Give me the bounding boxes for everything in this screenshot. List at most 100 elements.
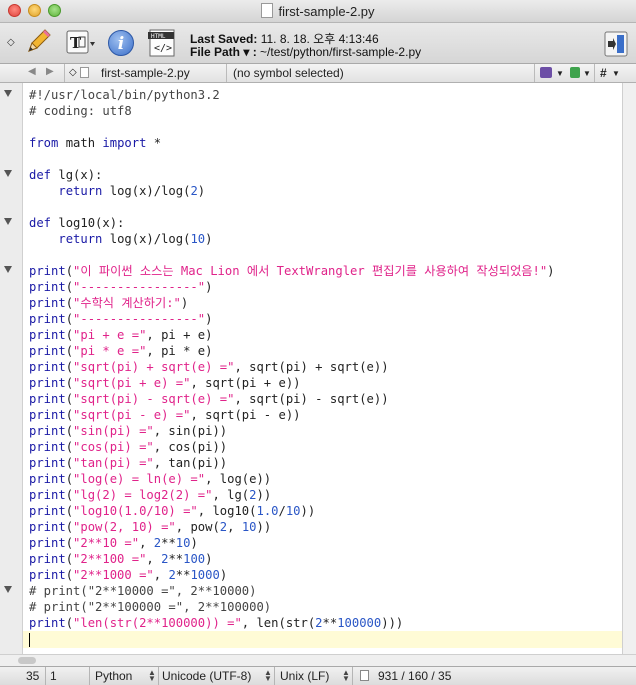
code-line[interactable]: print("2**10 =", 2**10) bbox=[29, 535, 555, 551]
code-line[interactable]: ​ bbox=[29, 247, 555, 263]
code-token: "이 파이썬 소스는 Mac Lion 에서 TextWrangler 편집기를… bbox=[73, 264, 548, 278]
fold-triangle-icon[interactable] bbox=[4, 218, 12, 225]
file-path[interactable]: File Path ▾ : ~/test/python/first-sample… bbox=[190, 45, 421, 59]
code-line[interactable]: print("2**100 =", 2**100) bbox=[29, 551, 555, 567]
code-line[interactable]: return log(x)/log(2) bbox=[29, 183, 555, 199]
status-separator bbox=[352, 667, 353, 685]
code-line[interactable]: print("수학식 계산하기:") bbox=[29, 295, 555, 311]
line-number[interactable]: 35 bbox=[26, 669, 39, 683]
code-line[interactable]: print("log10(1.0/10) =", log10(1.0/10)) bbox=[29, 503, 555, 519]
fold-triangle-icon[interactable] bbox=[4, 586, 12, 593]
column-number[interactable]: 1 bbox=[50, 669, 57, 683]
code-token: , sqrt(pi - e)) bbox=[190, 408, 301, 422]
code-line[interactable]: ​ bbox=[29, 199, 555, 215]
symbol-popup[interactable]: (no symbol selected) bbox=[233, 66, 344, 80]
code-token: "cos(pi) =" bbox=[73, 440, 154, 454]
fold-triangle-icon[interactable] bbox=[4, 170, 12, 177]
code-token: print bbox=[29, 440, 66, 454]
horizontal-scroll-thumb[interactable] bbox=[18, 657, 36, 664]
code-token: "sqrt(pi + e) =" bbox=[73, 376, 191, 390]
code-line[interactable]: def log10(x): bbox=[29, 215, 555, 231]
code-line[interactable]: print("pi * e =", pi * e) bbox=[29, 343, 555, 359]
code-line[interactable]: print("len(str(2**100000)) =", len(str(2… bbox=[29, 615, 555, 631]
info-icon[interactable]: i bbox=[108, 30, 134, 56]
code-line[interactable]: print("lg(2) = log2(2) =", lg(2)) bbox=[29, 487, 555, 503]
code-token: "tan(pi) =" bbox=[73, 456, 154, 470]
file-menu-diamond-icon[interactable]: ◇ bbox=[69, 67, 77, 78]
code-token: return bbox=[58, 232, 103, 246]
fold-triangle-icon[interactable] bbox=[4, 90, 12, 97]
language-popup[interactable]: Python bbox=[95, 669, 132, 683]
code-token: ) bbox=[190, 536, 198, 550]
code-line[interactable]: def lg(x): bbox=[29, 167, 555, 183]
code-token: print bbox=[29, 376, 66, 390]
code-line[interactable]: return log(x)/log(10) bbox=[29, 231, 555, 247]
code-line[interactable]: print("sqrt(pi + e) =", sqrt(pi + e)) bbox=[29, 375, 555, 391]
code-line[interactable]: print("log(e) = ln(e) =", log(e)) bbox=[29, 471, 555, 487]
code-token: 2 bbox=[190, 184, 198, 198]
code-token: ) bbox=[197, 184, 206, 198]
toolbar-menu-diamond-icon[interactable]: ◇ bbox=[7, 37, 15, 48]
code-line[interactable]: #!/usr/local/bin/python3.2 bbox=[29, 87, 555, 103]
code-token: ) bbox=[180, 296, 189, 310]
code-line[interactable]: from math import * bbox=[29, 135, 555, 151]
html-markup-icon[interactable]: HTML </> bbox=[146, 29, 180, 57]
code-token: ( bbox=[65, 616, 74, 630]
drawer-toggle-icon[interactable] bbox=[604, 31, 628, 57]
document-stats-icon[interactable] bbox=[360, 670, 369, 681]
vertical-scrollbar[interactable] bbox=[622, 83, 636, 654]
code-token: log10(x): bbox=[51, 216, 125, 230]
code-line[interactable]: print("이 파이썬 소스는 Mac Lion 에서 TextWrangle… bbox=[29, 263, 555, 279]
code-line[interactable]: # print("2**100000 =", 2**100000) bbox=[29, 599, 555, 615]
code-line[interactable]: print("tan(pi) =", tan(pi)) bbox=[29, 455, 555, 471]
code-text[interactable]: #!/usr/local/bin/python3.2 # coding: utf8… bbox=[29, 87, 555, 647]
code-editor[interactable]: #!/usr/local/bin/python3.2 # coding: utf8… bbox=[0, 83, 622, 654]
code-line[interactable]: # coding: utf8 bbox=[29, 103, 555, 119]
function-icon[interactable] bbox=[570, 67, 580, 78]
text-options-icon[interactable]: T bbox=[66, 30, 96, 56]
chevron-down-icon[interactable]: ▼ bbox=[583, 69, 591, 78]
code-token: 2 bbox=[153, 536, 162, 550]
code-line[interactable]: print("sin(pi) =", sin(pi)) bbox=[29, 423, 555, 439]
forward-arrow-icon[interactable]: ▶ bbox=[46, 66, 54, 77]
code-line[interactable]: print("pi + e =", pi + e) bbox=[29, 327, 555, 343]
code-token: print bbox=[29, 616, 66, 630]
chevron-down-icon[interactable]: ▼ bbox=[556, 69, 564, 78]
line-endings-updown-icon[interactable]: ▲ ▼ bbox=[342, 669, 350, 683]
code-token: ( bbox=[65, 456, 74, 470]
code-line[interactable]: print("pow(2, 10) =", pow(2, 10)) bbox=[29, 519, 555, 535]
code-line[interactable]: ​ bbox=[29, 119, 555, 135]
chevron-down-icon[interactable]: ▼ bbox=[612, 69, 620, 78]
code-line[interactable]: # print("2**10000 =", 2**10000) bbox=[29, 583, 555, 599]
code-line[interactable]: print("2**1000 =", 2**1000) bbox=[29, 567, 555, 583]
code-line[interactable]: print("sqrt(pi - e) =", sqrt(pi - e)) bbox=[29, 407, 555, 423]
code-token: )) bbox=[256, 520, 272, 534]
code-line[interactable]: ​ bbox=[29, 151, 555, 167]
pencil-icon[interactable] bbox=[24, 28, 52, 56]
code-line[interactable]: print("sqrt(pi) + sqrt(e) =", sqrt(pi) +… bbox=[29, 359, 555, 375]
code-line[interactable]: print("sqrt(pi) - sqrt(e) =", sqrt(pi) -… bbox=[29, 391, 555, 407]
file-path-label[interactable]: File Path ▾ : bbox=[190, 45, 257, 59]
code-token: / bbox=[278, 504, 286, 518]
markers-icon[interactable] bbox=[540, 67, 552, 78]
code-token: ) bbox=[547, 264, 555, 278]
hash-popup[interactable]: # bbox=[600, 66, 607, 80]
fold-triangle-icon[interactable] bbox=[4, 266, 12, 273]
language-updown-icon[interactable]: ▲ ▼ bbox=[148, 669, 156, 683]
code-token: print bbox=[29, 360, 66, 374]
code-token: "pi + e =" bbox=[73, 328, 147, 342]
code-line[interactable]: print("cos(pi) =", cos(pi)) bbox=[29, 439, 555, 455]
code-line[interactable]: print("----------------") bbox=[29, 311, 555, 327]
code-token: ) bbox=[205, 312, 213, 326]
encoding-updown-icon[interactable]: ▲ ▼ bbox=[264, 669, 272, 683]
line-endings-popup[interactable]: Unix (LF) bbox=[280, 669, 329, 683]
file-popup[interactable]: first-sample-2.py bbox=[101, 66, 190, 80]
code-line[interactable]: ​ bbox=[29, 631, 555, 647]
code-token: math bbox=[58, 136, 103, 150]
code-token: ( bbox=[65, 488, 74, 502]
code-line[interactable]: print("----------------") bbox=[29, 279, 555, 295]
navigation-bar: ◀ ▶ ◇ first-sample-2.py (no symbol selec… bbox=[0, 64, 636, 83]
encoding-popup[interactable]: Unicode (UTF-8) bbox=[162, 669, 251, 683]
back-arrow-icon[interactable]: ◀ bbox=[28, 66, 36, 77]
code-token: "sqrt(pi) + sqrt(e) =" bbox=[73, 360, 235, 374]
